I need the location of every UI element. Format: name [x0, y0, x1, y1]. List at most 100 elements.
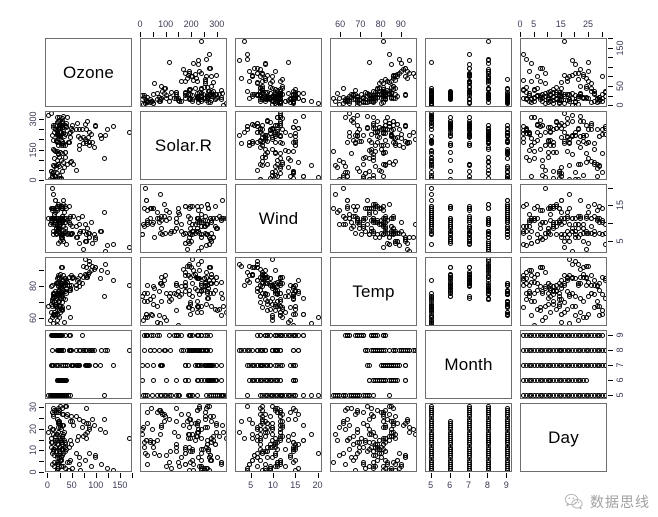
axis-tick: [487, 473, 489, 478]
data-point: [99, 228, 105, 234]
data-point: [344, 139, 350, 145]
data-point: [467, 51, 472, 57]
data-point: [142, 224, 148, 230]
data-point: [111, 242, 117, 248]
data-point: [370, 175, 376, 179]
data-point: [63, 393, 69, 398]
data-point: [208, 230, 214, 236]
data-point: [600, 170, 606, 176]
data-point: [186, 363, 192, 368]
data-point: [178, 412, 184, 418]
data-point: [144, 363, 150, 368]
data-point: [391, 459, 397, 465]
data-point: [532, 155, 538, 161]
data-point: [142, 298, 148, 304]
data-point: [262, 429, 268, 435]
data-point: [203, 269, 209, 275]
data-point: [366, 59, 372, 65]
axis-tick-label: 5: [428, 480, 434, 490]
data-point: [67, 438, 73, 444]
data-point: [285, 333, 291, 338]
axis-tick-label: 200: [183, 19, 199, 29]
data-point: [220, 198, 226, 204]
data-point: [81, 263, 87, 269]
data-point: [342, 114, 348, 120]
data-point: [545, 137, 551, 143]
scatter-panel-temp-vs-ozone: [45, 257, 132, 326]
data-point: [204, 404, 210, 409]
data-point: [173, 216, 179, 222]
axis-tick-label: 5: [248, 480, 254, 490]
data-point: [249, 436, 255, 441]
data-point: [67, 468, 73, 471]
data-point: [570, 118, 576, 124]
data-point: [92, 363, 98, 368]
data-point: [293, 393, 299, 398]
axis-tick-label: 7: [465, 480, 472, 490]
data-point: [526, 92, 532, 98]
data-point: [162, 277, 168, 283]
data-point: [334, 438, 340, 444]
axis-tick: [39, 269, 44, 271]
data-point: [332, 162, 338, 168]
data-point: [290, 405, 296, 411]
axis-tick: [608, 66, 613, 68]
data-point: [148, 311, 154, 317]
data-point: [285, 149, 291, 155]
data-point: [270, 74, 276, 80]
data-point: [175, 322, 181, 325]
data-point: [403, 378, 409, 383]
axis-tick: [380, 32, 382, 37]
data-point: [334, 90, 340, 96]
data-point: [143, 198, 149, 204]
data-point: [586, 240, 592, 246]
data-point: [259, 404, 265, 409]
data-point: [197, 268, 203, 274]
axis-tick-label: 50: [615, 80, 625, 91]
data-point: [504, 311, 510, 317]
data-point: [393, 230, 399, 236]
data-point: [199, 258, 205, 264]
data-point: [290, 333, 296, 338]
data-point: [591, 228, 597, 234]
data-point: [278, 303, 284, 309]
data-point: [262, 378, 268, 383]
data-point: [381, 418, 387, 424]
data-point: [405, 240, 411, 246]
data-point: [407, 58, 413, 64]
data-point: [578, 144, 584, 150]
data-point: [364, 404, 370, 409]
data-point: [218, 94, 224, 100]
scatter-panel-day-vs-solarr: [140, 403, 227, 472]
data-point: [127, 436, 131, 441]
data-point: [383, 76, 389, 82]
data-point: [208, 99, 214, 105]
axis-tick-label: 90: [395, 19, 406, 29]
axis-tick-label: 15: [615, 200, 625, 211]
data-point: [186, 425, 192, 431]
data-point: [270, 431, 276, 437]
data-point: [101, 393, 107, 398]
data-point: [383, 425, 389, 431]
data-point: [556, 302, 562, 308]
axis-tick-label: 150: [615, 40, 625, 56]
data-point: [360, 420, 366, 426]
data-point: [262, 448, 268, 454]
data-point: [83, 238, 89, 244]
data-point: [429, 113, 435, 119]
data-point: [111, 468, 117, 471]
data-point: [572, 177, 578, 179]
data-point: [387, 393, 393, 398]
data-point: [208, 274, 214, 280]
data-point: [259, 273, 265, 279]
data-point: [102, 132, 108, 138]
axis-tick-label: 0: [137, 19, 143, 29]
data-point: [280, 76, 286, 82]
data-point: [278, 282, 284, 288]
data-point: [485, 175, 491, 179]
data-point: [67, 204, 73, 210]
data-point: [50, 123, 56, 129]
data-point: [591, 277, 597, 283]
axis-tick-label: 8: [615, 346, 625, 353]
data-point: [52, 459, 58, 465]
